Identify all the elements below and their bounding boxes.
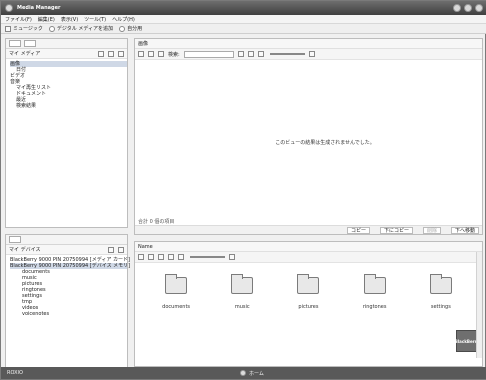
- results-toolbar: 検索:: [135, 49, 482, 60]
- remove-icon[interactable]: [247, 51, 254, 57]
- tree-item-search-results[interactable]: 検索結果: [10, 103, 127, 109]
- device-panel-header: マイ デバイス: [6, 245, 127, 255]
- menu-file[interactable]: ファイル(F): [5, 16, 32, 23]
- view-icon[interactable]: [257, 51, 264, 57]
- folder-settings[interactable]: settings: [413, 274, 468, 310]
- toolbar-label-music: ミュージック: [13, 26, 43, 32]
- media-tabs: [6, 39, 127, 49]
- home-icon[interactable]: [158, 51, 164, 57]
- app-window: Media Manager ファイル(F) 編集(E) 表示(V) ツール(T)…: [0, 0, 486, 380]
- device-panel-title: マイ デバイス: [9, 247, 41, 253]
- copy-down-button[interactable]: 下にコピー: [379, 226, 413, 234]
- back-icon[interactable]: [138, 51, 144, 57]
- search-input[interactable]: [183, 50, 234, 58]
- tab-device[interactable]: [9, 236, 21, 243]
- tab-media-2[interactable]: [24, 40, 36, 47]
- home-icon[interactable]: [158, 254, 164, 260]
- forward-icon[interactable]: [148, 254, 154, 260]
- move-down-button[interactable]: 下へ移動: [450, 226, 479, 234]
- new-icon[interactable]: [98, 50, 104, 57]
- toolbar-item-music[interactable]: ミュージック: [5, 25, 43, 32]
- search-label: 検索:: [168, 51, 180, 58]
- device-content-title: Name: [138, 243, 153, 250]
- menu-help[interactable]: ヘルプ(H): [112, 16, 135, 23]
- folder-documents[interactable]: documents: [149, 274, 204, 310]
- tree-label: voicenotes: [22, 311, 50, 317]
- title-bar: Media Manager: [1, 1, 486, 15]
- add-icon[interactable]: [237, 51, 244, 57]
- device-panel-tools: [108, 246, 124, 253]
- menu-tools[interactable]: ツール(T): [84, 16, 106, 23]
- home-label: ホーム: [249, 370, 264, 377]
- tab-media-1[interactable]: [9, 40, 21, 47]
- toolbar-label-personal: 自分用: [127, 26, 143, 32]
- count-label: 合計 0 個の項目: [138, 219, 175, 225]
- menu-view[interactable]: 表示(V): [61, 16, 78, 23]
- results-title: 画像: [138, 41, 149, 47]
- results-panel: 画像 検索: このビューの結果は生成されませんでした。 合計 0 個の項目 コピ…: [134, 38, 483, 235]
- media-panel: マイ メディア 画像 日付 ビデオ 音楽 マイ再生リスト ドキュメント 最近 検…: [5, 38, 128, 228]
- toolbar-item-personal[interactable]: 自分用: [119, 25, 142, 32]
- folder-music[interactable]: music: [215, 274, 270, 310]
- zoom-slider[interactable]: [190, 256, 225, 258]
- remove-icon[interactable]: [168, 254, 174, 260]
- view-icon[interactable]: [178, 254, 184, 260]
- blackberry-logo: BlackBerry: [455, 330, 479, 352]
- toolbar: ミュージック デジタル メディアを追加 自分用: [1, 24, 486, 34]
- empty-message: このビューの結果は生成されませんでした。: [275, 140, 375, 146]
- toolbar-label-add-media: デジタル メディアを追加: [56, 26, 114, 32]
- folder-pictures[interactable]: pictures: [281, 274, 336, 310]
- device-content-toolbar: [135, 252, 482, 263]
- tree-label: 検索結果: [16, 103, 37, 109]
- media-tree: 画像 日付 ビデオ 音楽 マイ再生リスト ドキュメント 最近 検索結果: [6, 59, 127, 109]
- edit-icon[interactable]: [108, 50, 114, 57]
- personal-icon: [119, 25, 126, 32]
- roxio-logo: ROXIO: [7, 370, 23, 376]
- folder-icon: [165, 274, 188, 294]
- forward-icon[interactable]: [148, 51, 154, 57]
- folder-icon: [297, 274, 320, 294]
- folder-icon: [429, 274, 452, 294]
- status-bar: ROXIO ホーム: [1, 367, 486, 379]
- folder-ringtones[interactable]: ringtones: [347, 274, 402, 310]
- zoom-slider[interactable]: [269, 53, 305, 55]
- home-status[interactable]: ホーム: [240, 370, 264, 377]
- device-settings-icon[interactable]: [118, 246, 124, 253]
- delete-icon[interactable]: [118, 50, 124, 57]
- tree-item-voicenotes[interactable]: voicenotes: [10, 311, 127, 317]
- toolbar-item-add-media[interactable]: デジタル メディアを追加: [48, 25, 114, 32]
- add-media-icon: [48, 25, 55, 32]
- back-icon[interactable]: [138, 254, 144, 260]
- media-panel-title: マイ メディア: [9, 51, 41, 57]
- device-content-header: Name: [135, 242, 482, 252]
- zoom-icon[interactable]: [229, 254, 235, 260]
- device-panel: マイ デバイス BlackBerry 9000 PIN 20750994 [メデ…: [5, 234, 130, 368]
- app-icon: [5, 4, 13, 12]
- music-icon: [5, 25, 11, 32]
- vertical-scrollbar[interactable]: [476, 252, 482, 358]
- folder-grid: documents music pictures ringtones setti…: [135, 274, 482, 310]
- close-button[interactable]: [475, 4, 483, 12]
- minimize-button[interactable]: [453, 4, 461, 12]
- results-nav: コピー 下にコピー 削除 下へ移動: [135, 225, 482, 234]
- zoom-icon[interactable]: [308, 51, 315, 57]
- device-tree: BlackBerry 9000 PIN 20750994 [メディア カード] …: [6, 255, 130, 317]
- media-panel-tools: [98, 50, 124, 57]
- media-panel-header: マイ メディア: [6, 49, 127, 59]
- home-icon: [240, 370, 247, 376]
- menu-bar: ファイル(F) 編集(E) 表示(V) ツール(T) ヘルプ(H): [1, 15, 486, 24]
- folder-icon: [363, 274, 386, 294]
- folder-icon: [231, 274, 254, 294]
- refresh-icon[interactable]: [108, 246, 114, 253]
- menu-edit[interactable]: 編集(E): [38, 16, 55, 23]
- window-title: Media Manager: [17, 5, 61, 11]
- window-controls: [453, 4, 483, 12]
- maximize-button[interactable]: [464, 4, 472, 12]
- copy-button[interactable]: コピー: [346, 226, 370, 234]
- results-header: 画像: [135, 39, 482, 49]
- device-content-panel: Name documents music pictures ringtones …: [134, 241, 483, 367]
- delete-button: 削除: [422, 226, 441, 234]
- device-tabs: [6, 235, 127, 245]
